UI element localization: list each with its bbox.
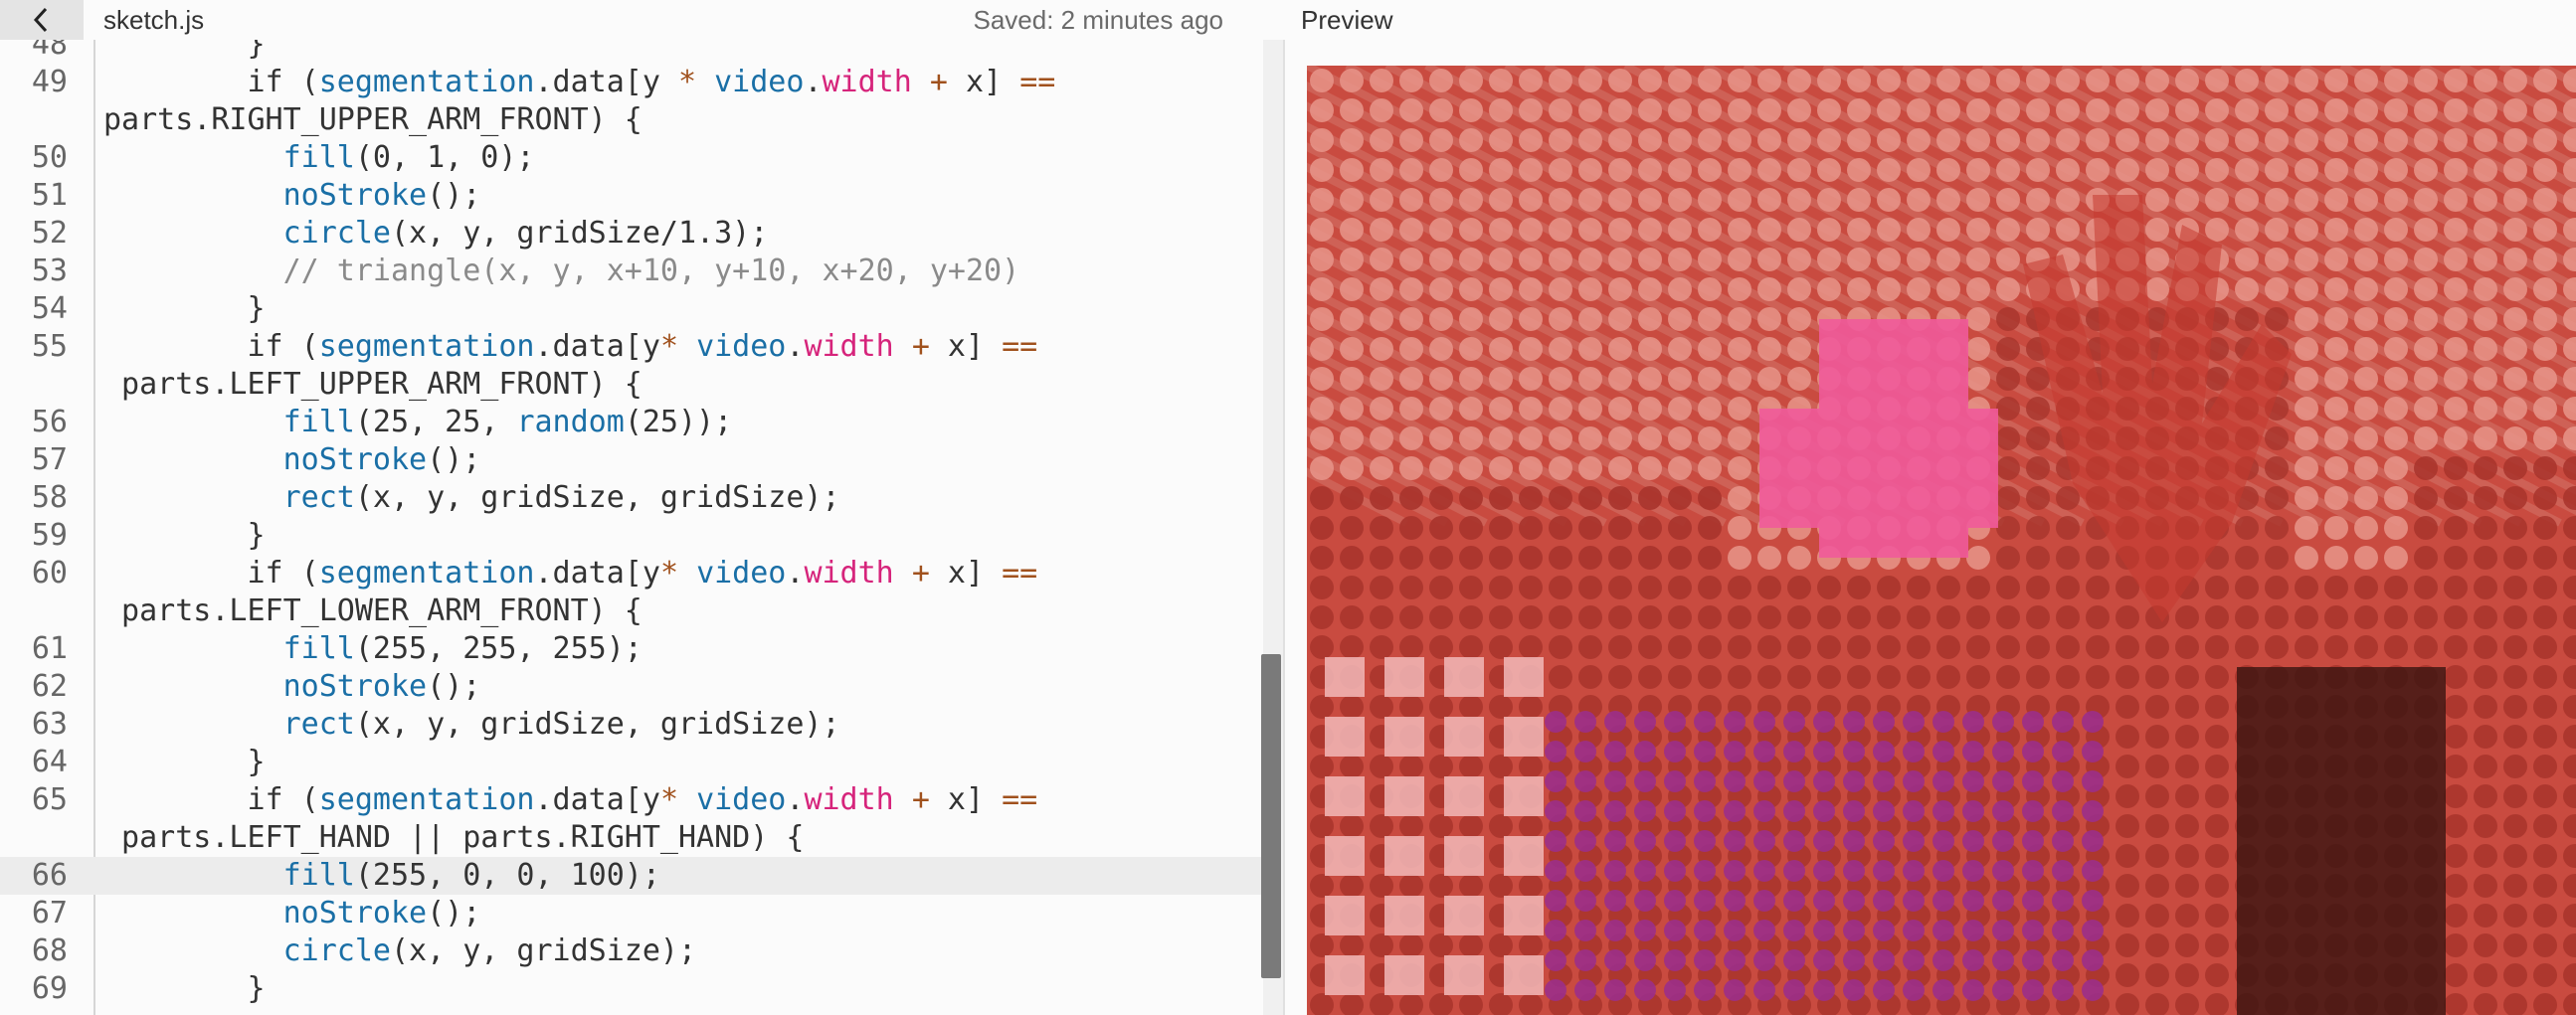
code-text[interactable]: noStroke();	[103, 895, 481, 932]
back-button[interactable]	[0, 0, 84, 40]
preview-title: Preview	[1301, 5, 1393, 35]
line-number: 62	[31, 669, 68, 704]
code-text[interactable]: parts.LEFT_HAND || parts.RIGHT_HAND) {	[103, 819, 804, 857]
code-text[interactable]: fill(0, 1, 0);	[103, 139, 535, 177]
code-text[interactable]: fill(255, 255, 255);	[103, 630, 643, 668]
code-text[interactable]: }	[103, 970, 265, 1008]
code-line[interactable]: 48 }	[0, 40, 1263, 64]
code-line[interactable]: 49 if (segmentation.data[y * video.width…	[0, 64, 1263, 101]
code-text[interactable]: noStroke();	[103, 668, 481, 706]
code-text[interactable]: }	[103, 40, 265, 64]
code-text[interactable]: noStroke();	[103, 177, 481, 215]
code-text[interactable]: if (segmentation.data[y* video.width + x…	[103, 555, 1037, 592]
code-text[interactable]: fill(25, 25, random(25));	[103, 404, 733, 441]
line-number: 54	[31, 291, 68, 326]
code-line[interactable]: 67 noStroke();	[0, 895, 1263, 932]
code-line[interactable]: 53 // triangle(x, y, x+10, y+10, x+20, y…	[0, 253, 1263, 290]
code-line[interactable]: 62 noStroke();	[0, 668, 1263, 706]
code-line[interactable]: 56 fill(25, 25, random(25));	[0, 404, 1263, 441]
code-line[interactable]: 54 }	[0, 290, 1263, 328]
line-number: 61	[31, 631, 68, 666]
line-number: 51	[31, 178, 68, 213]
line-number: 48	[31, 40, 68, 62]
chevron-left-icon	[33, 7, 48, 33]
line-number: 64	[31, 745, 68, 779]
line-number: 53	[31, 254, 68, 288]
code-editor[interactable]: 48 } 49 if (segmentation.data[y * video.w…	[0, 40, 1285, 1015]
code-text[interactable]: if (segmentation.data[y* video.width + x…	[103, 328, 1037, 366]
saved-status: Saved: 2 minutes ago	[973, 5, 1224, 35]
line-number: 67	[31, 896, 68, 930]
code-text[interactable]: noStroke();	[103, 441, 481, 479]
code-line[interactable]: 64 }	[0, 744, 1263, 781]
code-text[interactable]: // triangle(x, y, x+10, y+10, x+20, y+20…	[103, 253, 1020, 290]
file-name[interactable]: sketch.js	[103, 0, 204, 40]
line-number: 58	[31, 480, 68, 515]
code-text[interactable]: parts.LEFT_LOWER_ARM_FRONT) {	[103, 592, 643, 630]
code-line[interactable]: 61 fill(255, 255, 255);	[0, 630, 1263, 668]
line-number: 56	[31, 405, 68, 439]
code-line[interactable]: 68 circle(x, y, gridSize);	[0, 932, 1263, 970]
code-line[interactable]: 65 if (segmentation.data[y* video.width …	[0, 781, 1263, 819]
code-line[interactable]: 51 noStroke();	[0, 177, 1263, 215]
preview-canvas[interactable]	[1307, 66, 2576, 1015]
line-number: 57	[31, 442, 68, 477]
line-number: 69	[31, 971, 68, 1006]
code-line[interactable]: 55 if (segmentation.data[y* video.width …	[0, 328, 1263, 366]
code-text[interactable]: parts.LEFT_UPPER_ARM_FRONT) {	[103, 366, 643, 404]
code-text[interactable]: }	[103, 290, 265, 328]
editor-scrollbar-thumb[interactable]	[1261, 654, 1281, 978]
code-line[interactable]: 59 }	[0, 517, 1263, 555]
top-bar: sketch.js Saved: 2 minutes ago Preview	[0, 0, 2576, 40]
code-line[interactable]: parts.RIGHT_UPPER_ARM_FRONT) {	[0, 101, 1263, 139]
line-number: 59	[31, 518, 68, 553]
code-text[interactable]: }	[103, 517, 265, 555]
code-text[interactable]: fill(255, 0, 0, 100);	[103, 857, 660, 895]
line-number: 68	[31, 933, 68, 968]
code-line[interactable]: 60 if (segmentation.data[y* video.width …	[0, 555, 1263, 592]
code-text[interactable]: circle(x, y, gridSize/1.3);	[103, 215, 769, 253]
code-line[interactable]: 63 rect(x, y, gridSize, gridSize);	[0, 706, 1263, 744]
code-line[interactable]: parts.LEFT_HAND || parts.RIGHT_HAND) {	[0, 819, 1263, 857]
code-text[interactable]: circle(x, y, gridSize);	[103, 932, 696, 970]
code-line[interactable]: parts.LEFT_LOWER_ARM_FRONT) {	[0, 592, 1263, 630]
code-line[interactable]: parts.LEFT_UPPER_ARM_FRONT) {	[0, 366, 1263, 404]
code-text[interactable]: }	[103, 744, 265, 781]
code-line[interactable]: 57 noStroke();	[0, 441, 1263, 479]
line-number: 66	[31, 858, 68, 893]
line-number: 60	[31, 556, 68, 591]
line-number: 52	[31, 216, 68, 251]
line-number: 50	[31, 140, 68, 175]
code-text[interactable]: rect(x, y, gridSize, gridSize);	[103, 479, 840, 517]
code-text[interactable]: parts.RIGHT_UPPER_ARM_FRONT) {	[103, 101, 643, 139]
line-number: 49	[31, 65, 68, 99]
code-text[interactable]: rect(x, y, gridSize, gridSize);	[103, 706, 840, 744]
code-line[interactable]: 58 rect(x, y, gridSize, gridSize);	[0, 479, 1263, 517]
webcam-preview-image	[1307, 66, 2576, 1015]
code-line[interactable]: 52 circle(x, y, gridSize/1.3);	[0, 215, 1263, 253]
line-number: 55	[31, 329, 68, 364]
code-lines[interactable]: 48 } 49 if (segmentation.data[y * video.w…	[0, 40, 1263, 1008]
code-line[interactable]: 66 fill(255, 0, 0, 100);	[0, 857, 1263, 895]
line-number: 65	[31, 782, 68, 817]
code-line[interactable]: 69 }	[0, 970, 1263, 1008]
code-text[interactable]: if (segmentation.data[y* video.width + x…	[103, 781, 1037, 819]
line-number: 63	[31, 707, 68, 742]
code-line[interactable]: 50 fill(0, 1, 0);	[0, 139, 1263, 177]
code-text[interactable]: if (segmentation.data[y * video.width + …	[103, 64, 1055, 101]
